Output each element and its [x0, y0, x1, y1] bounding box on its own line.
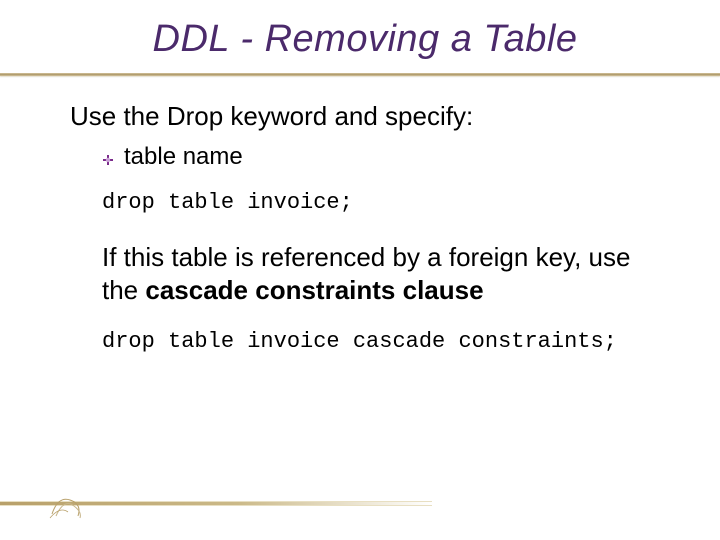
intro-text: Use the Drop keyword and specify:	[70, 100, 660, 133]
para-bold: cascade constraints clause	[145, 275, 483, 305]
code-example-1: drop table invoice;	[102, 189, 660, 218]
slide: DDL - Removing a Table Use the Drop keyw…	[0, 0, 720, 540]
footer-divider	[0, 501, 432, 506]
bullet-icon	[102, 153, 114, 165]
paragraph: If this table is referenced by a foreign…	[102, 241, 660, 306]
code-example-2: drop table invoice cascade constraints;	[102, 328, 660, 357]
slide-title: DDL - Removing a Table	[70, 18, 660, 61]
bullet-text: table name	[124, 143, 243, 171]
title-divider	[0, 73, 720, 76]
bullet-item: table name	[102, 143, 660, 171]
